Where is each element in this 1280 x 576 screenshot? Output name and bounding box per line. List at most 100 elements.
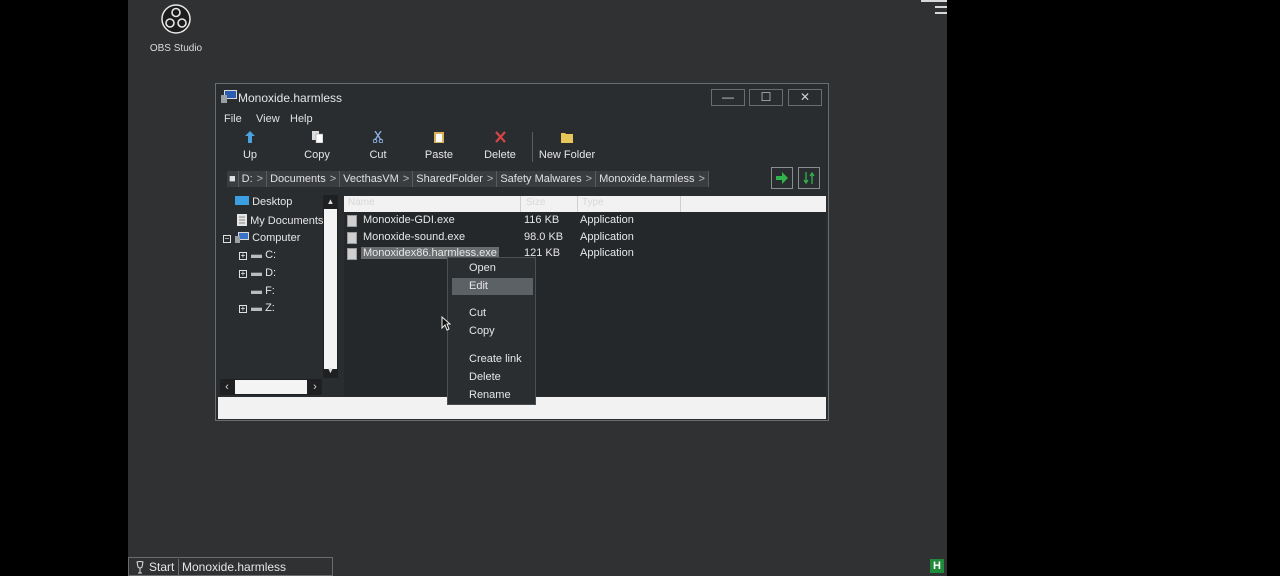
folder-tree: Desktop My Documents − Computer + ▬ C: +…: [221, 194, 336, 379]
tree-item-z-drive[interactable]: ▬ Z:: [251, 302, 275, 314]
window-title: Monoxide.harmless: [238, 91, 343, 105]
scissors-icon: [373, 131, 383, 143]
file-row-selected[interactable]: Monoxidex86.harmless.exe 121 KB Applicat…: [344, 246, 826, 262]
file-list: Name Size Type Monoxide-GDI.exe 116 KB A…: [344, 196, 826, 396]
crumb-2-sep: >: [402, 173, 410, 185]
file-type: Application: [580, 247, 634, 259]
scroll-down-icon[interactable]: ▼: [324, 365, 337, 377]
toolbar-separator: [532, 132, 533, 162]
collapse-toggle[interactable]: −: [223, 235, 231, 243]
crumb-1[interactable]: Documents >: [267, 171, 341, 187]
file-type: Application: [580, 214, 634, 226]
crumb-3[interactable]: SharedFolder >: [413, 171, 498, 187]
tree-vertical-scrollbar[interactable]: ▲ ▼: [323, 195, 338, 378]
context-edit[interactable]: Edit: [469, 280, 488, 292]
up-label: Up: [242, 149, 258, 161]
scroll-thumb[interactable]: [324, 209, 337, 369]
expand-toggle[interactable]: +: [239, 305, 247, 313]
file-row[interactable]: Monoxide-sound.exe 98.0 KB Application: [344, 230, 826, 246]
scroll-left-icon[interactable]: ‹: [220, 379, 234, 395]
paste-label: Paste: [424, 149, 454, 161]
menu-help[interactable]: Help: [290, 113, 313, 125]
cut-label: Cut: [369, 149, 387, 161]
mouse-cursor-icon: [441, 316, 451, 331]
sort-arrows-icon: [803, 172, 815, 184]
column-name[interactable]: Name: [348, 197, 375, 208]
context-copy[interactable]: Copy: [469, 325, 495, 337]
scroll-thumb[interactable]: [235, 380, 307, 394]
tree-item-desktop[interactable]: Desktop: [235, 196, 292, 208]
context-cut[interactable]: Cut: [469, 307, 486, 319]
file-icon: [347, 248, 357, 260]
column-divider[interactable]: [577, 196, 578, 212]
delete-label: Delete: [484, 149, 516, 161]
context-menu-highlight: [452, 278, 533, 295]
desktop-icon: [235, 196, 249, 205]
corner-menu-icon: [921, 0, 947, 22]
scroll-up-icon[interactable]: ▲: [324, 196, 337, 208]
desktop-icon-obs[interactable]: OBS Studio: [146, 4, 206, 54]
start-icon: [136, 561, 144, 574]
drive-icon: ▬: [251, 302, 262, 314]
maximize-button[interactable]: ☐: [749, 89, 783, 106]
up-button[interactable]: Up: [225, 130, 275, 161]
file-size: 116 KB: [524, 214, 560, 226]
up-arrow-icon: [245, 131, 255, 143]
delete-icon: [494, 131, 506, 143]
delete-button[interactable]: Delete: [475, 130, 525, 161]
tree-item-d-drive[interactable]: ▬ D:: [251, 267, 276, 279]
go-button[interactable]: [771, 167, 793, 189]
tree-item-c-drive[interactable]: ▬ C:: [251, 249, 276, 261]
context-open[interactable]: Open: [469, 262, 496, 274]
expand-toggle[interactable]: +: [239, 270, 247, 278]
drive-icon: ▬: [251, 285, 262, 297]
file-name: Monoxide-sound.exe: [363, 231, 466, 243]
column-divider[interactable]: [680, 196, 681, 212]
expand-toggle[interactable]: +: [239, 252, 247, 260]
tree-item-f-drive[interactable]: ▬ F:: [251, 285, 275, 297]
menu-file[interactable]: File: [224, 113, 242, 125]
tree-label: Computer: [252, 232, 301, 244]
context-create-link[interactable]: Create link: [469, 353, 522, 365]
column-type[interactable]: Type: [582, 197, 604, 208]
new-folder-button[interactable]: New Folder: [537, 130, 597, 161]
column-size[interactable]: Size: [526, 197, 545, 208]
start-button[interactable]: Start: [149, 560, 174, 574]
column-divider[interactable]: [520, 196, 521, 212]
tree-horizontal-scrollbar[interactable]: ‹ ›: [220, 379, 322, 395]
taskbar-window-button[interactable]: Monoxide.harmless: [182, 560, 286, 574]
folder-icon: [561, 133, 573, 143]
crumb-3-sep: >: [486, 173, 494, 185]
taskbar-separator: [178, 559, 179, 575]
desktop-icon-label: OBS Studio: [149, 43, 203, 54]
menu-view[interactable]: View: [256, 113, 280, 125]
copy-button[interactable]: Copy: [292, 130, 342, 161]
title-bar[interactable]: Monoxide.harmless — ☐ ✕: [216, 84, 828, 110]
crumb-0[interactable]: D: >: [239, 171, 268, 187]
tree-item-computer[interactable]: Computer: [235, 232, 300, 244]
paste-button[interactable]: Paste: [414, 130, 464, 161]
file-row[interactable]: Monoxide-GDI.exe 116 KB Application: [344, 213, 826, 229]
close-button[interactable]: ✕: [788, 89, 822, 106]
copy-label: Copy: [304, 149, 330, 161]
sort-button[interactable]: [798, 167, 820, 189]
file-icon: [347, 232, 357, 244]
crumb-2[interactable]: VecthasVM >: [340, 171, 414, 187]
minimize-button[interactable]: —: [711, 89, 745, 106]
crumb-5[interactable]: Monoxide.harmless >: [596, 171, 709, 187]
cut-button[interactable]: Cut: [353, 130, 403, 161]
crumb-1-label: Documents: [270, 173, 326, 185]
context-rename[interactable]: Rename: [469, 389, 511, 401]
crumb-2-label: VecthasVM: [343, 173, 399, 185]
green-arrow-icon: [776, 172, 788, 184]
tree-label: D:: [265, 267, 277, 279]
drive-icon: ▬: [251, 267, 262, 279]
context-delete[interactable]: Delete: [469, 371, 501, 383]
tray-app-icon[interactable]: H: [930, 559, 944, 573]
file-icon: [347, 215, 357, 227]
crumb-4[interactable]: Safety Malwares >: [497, 171, 597, 187]
file-size: 98.0 KB: [524, 231, 564, 243]
scroll-right-icon[interactable]: ›: [308, 379, 322, 395]
tree-item-my-documents[interactable]: My Documents: [235, 214, 323, 227]
obs-logo-icon: [161, 4, 191, 34]
